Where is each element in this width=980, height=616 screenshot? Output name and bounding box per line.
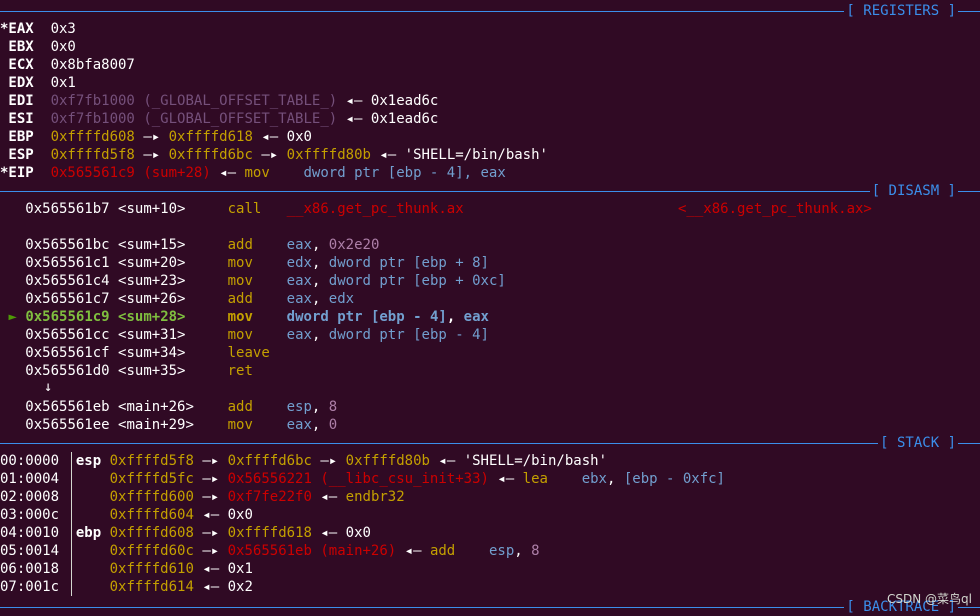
disasm-line: 0x565561cc <sum+31> mov eax, dword ptr [… (25, 327, 489, 343)
disasm-line: 0x565561bc <sum+15> add eax, 0x2e20 (25, 237, 380, 253)
backtrace-separator: [ BACKTRACE ] (0, 598, 980, 616)
stack-row: 02:0008 0xffffd600 —▸ 0xf7fe22f0 ◂— endb… (0, 489, 405, 505)
disasm-line: 0x565561b7 <sum+10> call __x86.get_pc_th… (25, 201, 464, 217)
disasm-line: 0x565561d0 <sum+35> ret (25, 363, 253, 379)
registers-header: [ REGISTERS ] (844, 2, 958, 20)
disasm-header: [ DISASM ] (869, 182, 958, 200)
disasm-separator: [ DISASM ] (0, 182, 980, 200)
stack-separator: [ STACK ] (0, 434, 980, 452)
watermark: CSDN @菜鸟ql (887, 592, 972, 606)
disasm-line: 0x565561ee <main+29> mov eax, 0 (25, 417, 338, 433)
disasm-line: 0x565561c1 <sum+20> mov edx, dword ptr [… (25, 255, 489, 271)
stack-row: 06:0018 0xffffd610 ◂— 0x1 (0, 561, 253, 577)
register-ebx: EBX 0x0 (0, 39, 76, 55)
register-eip: *EIP 0x565561c9 (sum+28) ◂— mov dword pt… (0, 165, 506, 181)
register-edi: EDI 0xf7fb1000 (_GLOBAL_OFFSET_TABLE_) ◂… (0, 93, 439, 109)
stack-row: 01:0004 0xffffd5fc —▸ 0x56556221 (__libc… (0, 471, 725, 487)
register-edx: EDX 0x1 (0, 75, 76, 91)
disasm-line: 0x565561cf <sum+34> leave (25, 345, 270, 361)
register-esp: ESP 0xffffd5f8 —▸ 0xffffd6bc —▸ 0xffffd8… (0, 147, 548, 163)
register-ebp: EBP 0xffffd608 —▸ 0xffffd618 ◂— 0x0 (0, 129, 312, 145)
disasm-line: 0x565561c7 <sum+26> add eax, edx (25, 291, 355, 307)
current-instruction-marker-icon: ► (8, 309, 17, 325)
disasm-line: 0x565561eb <main+26> add esp, 8 (25, 399, 338, 415)
register-esi: ESI 0xf7fb1000 (_GLOBAL_OFFSET_TABLE_) ◂… (0, 111, 439, 127)
terminal-window: [ REGISTERS ] *EAX 0x3 EBX 0x0 ECX 0x8bf… (0, 0, 980, 616)
stack-row: 07:001c 0xffffd614 ◂— 0x2 (0, 579, 253, 595)
stack-row: 04:0010 ebp 0xffffd608 —▸ 0xffffd618 ◂— … (0, 525, 371, 541)
disasm-line-current: ► 0x565561c9 <sum+28> mov dword ptr [ebp… (8, 309, 489, 325)
register-eax: *EAX 0x3 (0, 21, 76, 37)
stack-header: [ STACK ] (878, 434, 958, 452)
disasm-line: 0x565561c4 <sum+23> mov eax, dword ptr [… (25, 273, 506, 289)
register-ecx: ECX 0x8bfa8007 (0, 57, 135, 73)
call-target: <__x86.get_pc_thunk.ax> (678, 201, 872, 217)
jump-down-arrow-icon: ↓ (44, 379, 53, 395)
stack-row: 00:0000 esp 0xffffd5f8 —▸ 0xffffd6bc —▸ … (0, 453, 607, 469)
stack-row: 05:0014 0xffffd60c —▸ 0x565561eb (main+2… (0, 543, 540, 559)
stack-row: 03:000c 0xffffd604 ◂— 0x0 (0, 507, 253, 523)
registers-separator: [ REGISTERS ] (0, 2, 980, 20)
